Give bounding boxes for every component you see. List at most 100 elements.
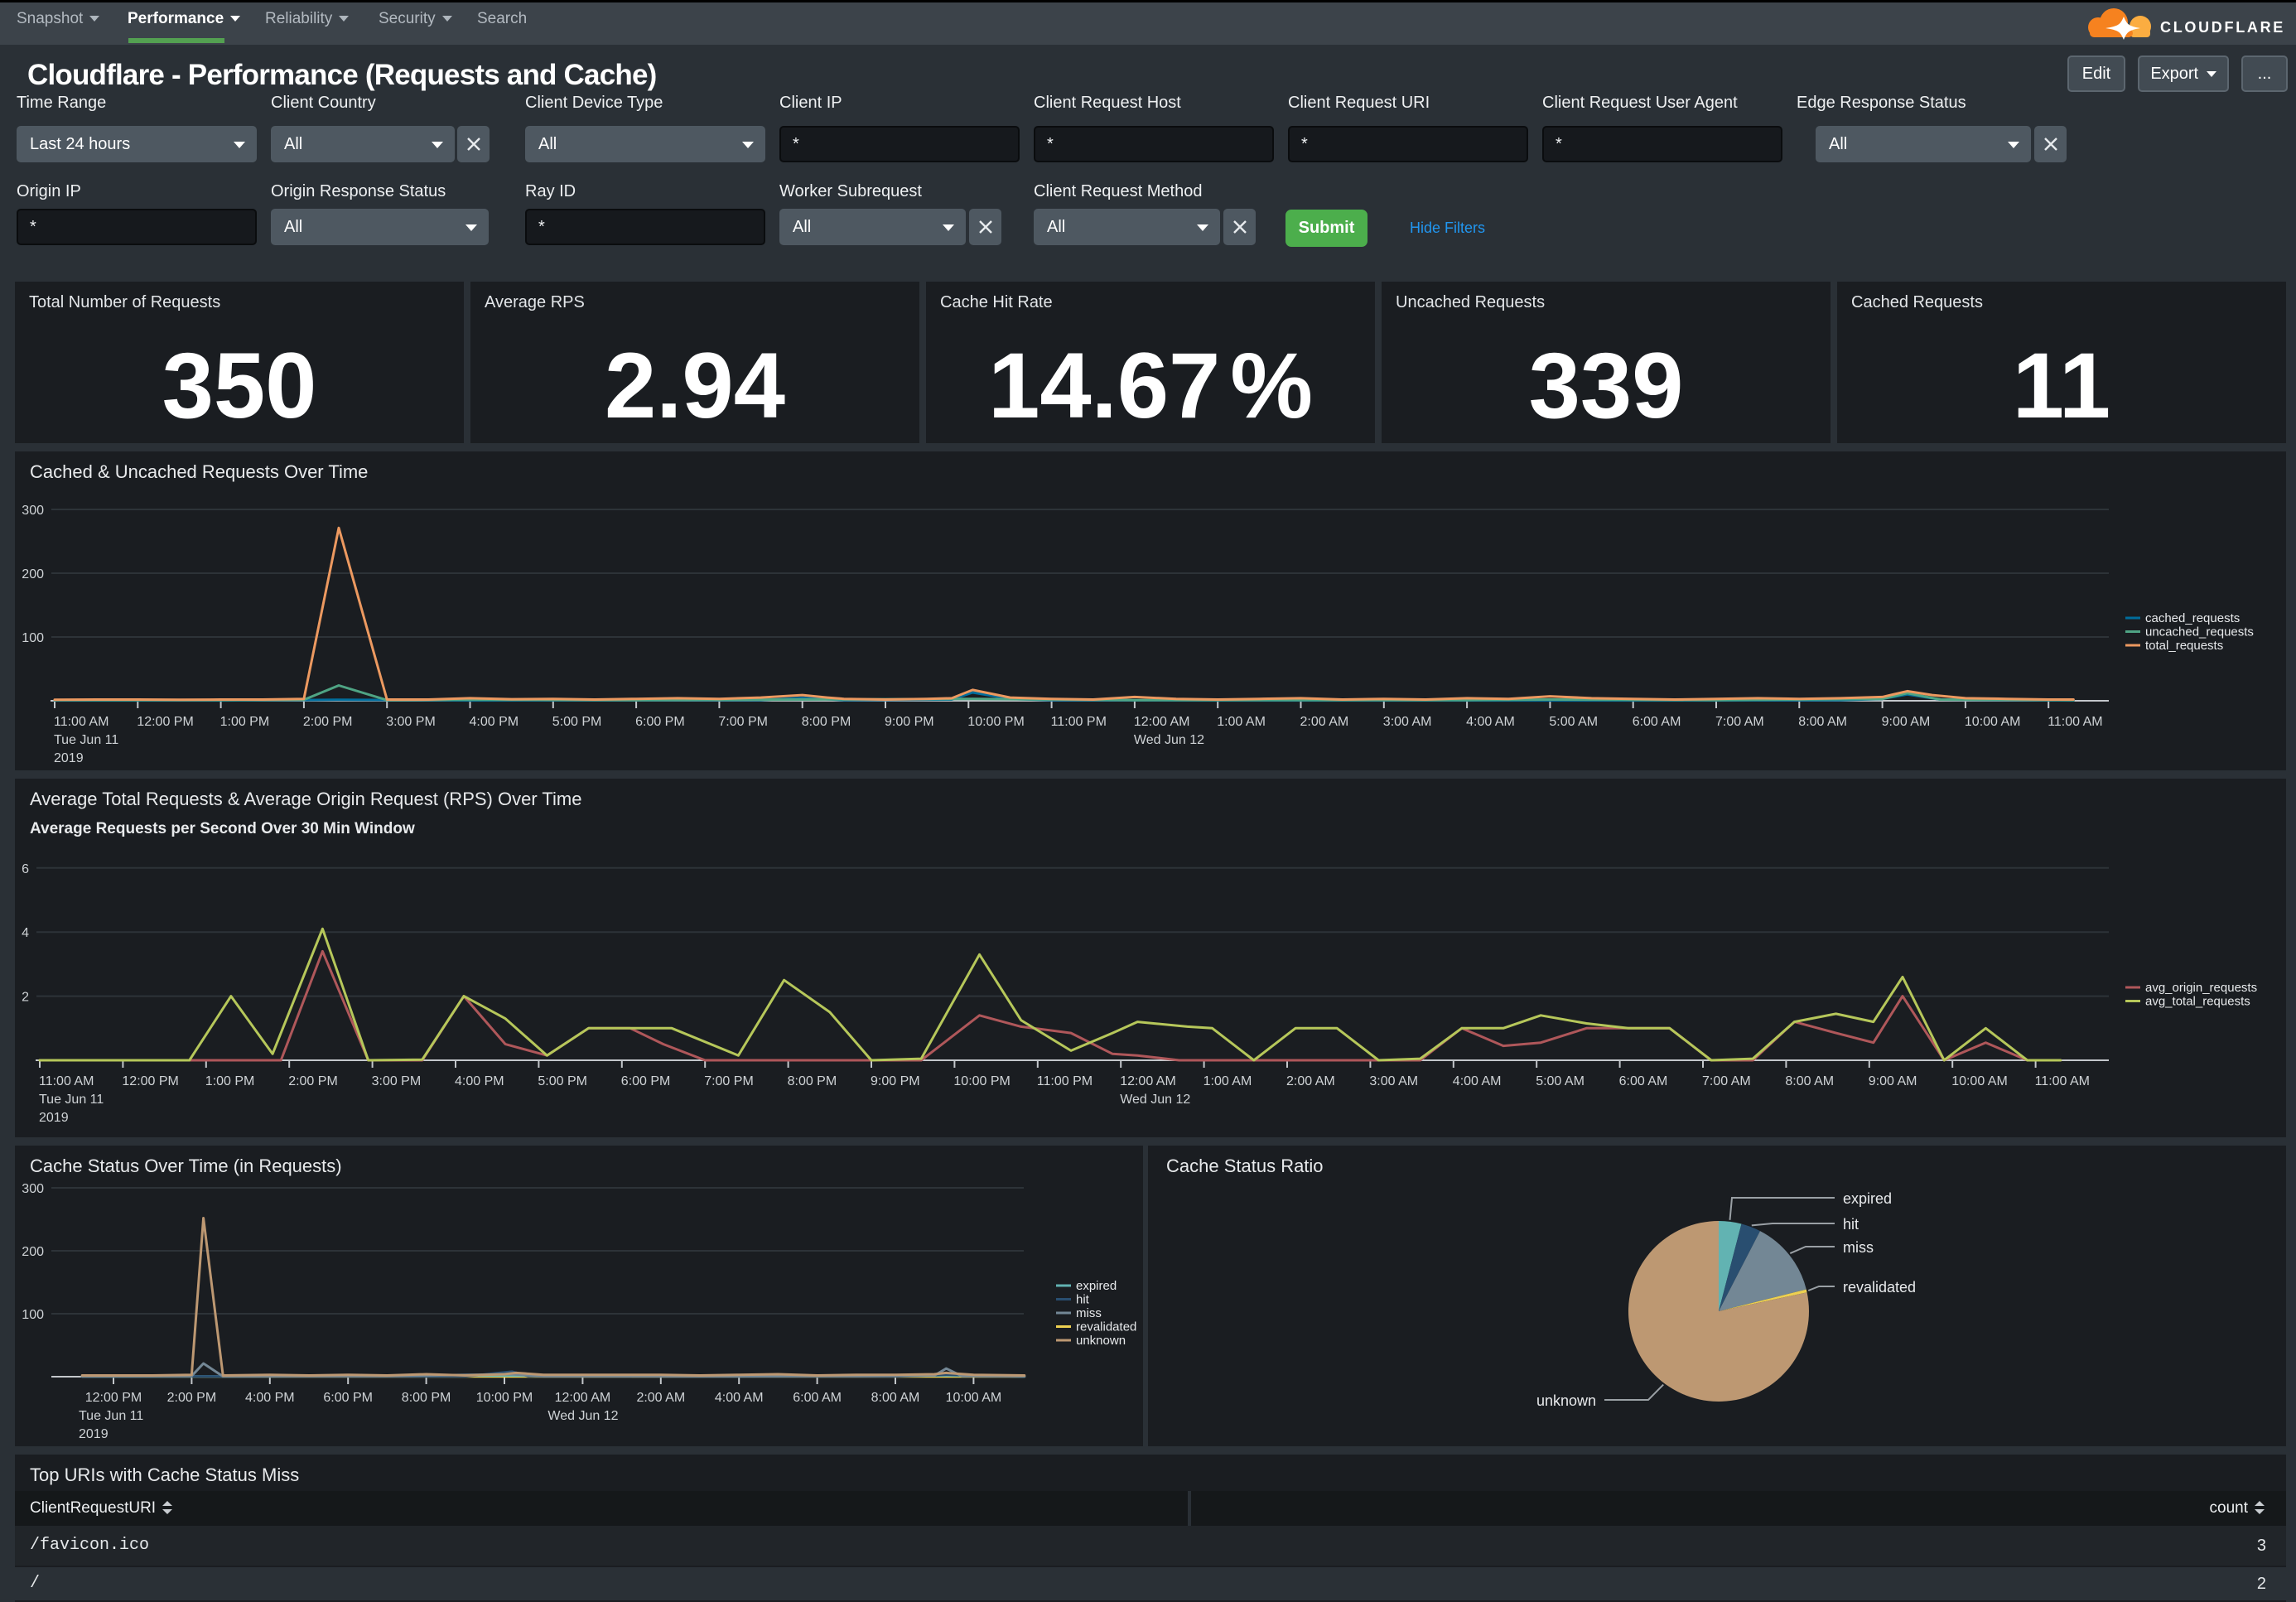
svg-text:12:00 PM: 12:00 PM: [137, 715, 193, 729]
svg-text:Cache Status Ratio: Cache Status Ratio: [1166, 1156, 1324, 1176]
svg-text:6: 6: [22, 862, 29, 876]
svg-text:10:00 PM: 10:00 PM: [953, 1074, 1010, 1088]
svg-text:4:00 PM: 4:00 PM: [245, 1391, 295, 1405]
svg-text:cached_requests: cached_requests: [2145, 611, 2240, 625]
svg-text:4:00 AM: 4:00 AM: [715, 1391, 764, 1405]
svg-text:5:00 PM: 5:00 PM: [538, 1074, 587, 1088]
svg-text:unknown: unknown: [1076, 1334, 1126, 1348]
svg-text:2:00 AM: 2:00 AM: [1286, 1074, 1335, 1088]
svg-text:12:00 AM: 12:00 AM: [555, 1391, 611, 1405]
svg-text:1:00 PM: 1:00 PM: [205, 1074, 255, 1088]
svg-text:11:00 PM: 11:00 PM: [1051, 715, 1107, 729]
svg-text:2:00 PM: 2:00 PM: [167, 1391, 217, 1405]
svg-text:2:00 PM: 2:00 PM: [303, 715, 353, 729]
svg-text:2019: 2019: [79, 1427, 109, 1441]
svg-text:Cache Status Over Time (in Req: Cache Status Over Time (in Requests): [30, 1156, 342, 1176]
svg-text:Tue Jun 11: Tue Jun 11: [39, 1093, 104, 1107]
svg-text:3:00 PM: 3:00 PM: [386, 715, 436, 729]
svg-text:unknown: unknown: [1536, 1392, 1596, 1409]
svg-text:2019: 2019: [54, 751, 84, 765]
svg-text:5:00 AM: 5:00 AM: [1549, 715, 1598, 729]
svg-text:miss: miss: [1843, 1239, 1874, 1256]
svg-text:4: 4: [22, 926, 29, 940]
svg-text:CLOUDFLARE: CLOUDFLARE: [2160, 19, 2285, 36]
svg-text:avg_origin_requests: avg_origin_requests: [2145, 981, 2257, 995]
svg-text:11:00 AM: 11:00 AM: [2048, 715, 2102, 729]
svg-text:expired: expired: [1843, 1190, 1892, 1207]
svg-text:8:00 AM: 8:00 AM: [1785, 1074, 1834, 1088]
svg-text:5:00 AM: 5:00 AM: [1536, 1074, 1585, 1088]
svg-text:200: 200: [22, 1245, 44, 1259]
svg-text:4:00 PM: 4:00 PM: [470, 715, 519, 729]
svg-text:7:00 AM: 7:00 AM: [1702, 1074, 1751, 1088]
svg-text:10:00 AM: 10:00 AM: [1951, 1074, 2008, 1088]
svg-text:7:00 PM: 7:00 PM: [718, 715, 768, 729]
svg-text:1:00 AM: 1:00 AM: [1217, 715, 1266, 729]
svg-text:12:00 AM: 12:00 AM: [1134, 715, 1190, 729]
svg-text:uncached_requests: uncached_requests: [2145, 625, 2254, 639]
svg-text:8:00 AM: 8:00 AM: [1798, 715, 1847, 729]
svg-text:12:00 AM: 12:00 AM: [1120, 1074, 1176, 1088]
svg-text:9:00 PM: 9:00 PM: [885, 715, 934, 729]
svg-text:Tue Jun 11: Tue Jun 11: [79, 1409, 143, 1423]
svg-text:hit: hit: [1076, 1293, 1090, 1307]
svg-text:11:00 AM: 11:00 AM: [2035, 1074, 2090, 1088]
svg-text:8:00 PM: 8:00 PM: [402, 1391, 451, 1405]
svg-text:11:00 AM: 11:00 AM: [54, 715, 109, 729]
svg-text:9:00 PM: 9:00 PM: [871, 1074, 920, 1088]
svg-text:6:00 AM: 6:00 AM: [793, 1391, 842, 1405]
svg-text:100: 100: [22, 1308, 44, 1322]
svg-text:4:00 AM: 4:00 AM: [1466, 715, 1515, 729]
svg-text:expired: expired: [1076, 1279, 1117, 1293]
svg-text:12:00 PM: 12:00 PM: [85, 1391, 142, 1405]
svg-text:1:00 AM: 1:00 AM: [1203, 1074, 1252, 1088]
svg-text:Tue Jun 11: Tue Jun 11: [54, 733, 118, 747]
svg-text:Average Requests per Second Ov: Average Requests per Second Over 30 Min …: [30, 820, 415, 837]
svg-text:300: 300: [22, 1182, 44, 1196]
svg-text:3:00 AM: 3:00 AM: [1369, 1074, 1418, 1088]
svg-text:hit: hit: [1843, 1216, 1859, 1233]
svg-text:2:00 PM: 2:00 PM: [288, 1074, 338, 1088]
svg-text:12:00 PM: 12:00 PM: [122, 1074, 178, 1088]
svg-text:revalidated: revalidated: [1843, 1279, 1916, 1296]
svg-text:6:00 AM: 6:00 AM: [1619, 1074, 1668, 1088]
svg-text:100: 100: [22, 631, 44, 645]
svg-text:2:00 AM: 2:00 AM: [636, 1391, 685, 1405]
svg-text:revalidated: revalidated: [1076, 1320, 1136, 1334]
svg-text:Wed Jun 12: Wed Jun 12: [547, 1409, 618, 1423]
svg-text:8:00 PM: 8:00 PM: [788, 1074, 837, 1088]
svg-text:5:00 PM: 5:00 PM: [552, 715, 602, 729]
svg-text:6:00 PM: 6:00 PM: [323, 1391, 373, 1405]
svg-text:10:00 AM: 10:00 AM: [1965, 715, 2021, 729]
svg-text:4:00 PM: 4:00 PM: [455, 1074, 504, 1088]
svg-text:300: 300: [22, 504, 44, 518]
svg-text:7:00 PM: 7:00 PM: [704, 1074, 754, 1088]
svg-text:7:00 AM: 7:00 AM: [1715, 715, 1764, 729]
svg-text:2019: 2019: [39, 1111, 69, 1125]
svg-text:total_requests: total_requests: [2145, 639, 2223, 653]
svg-text:6:00 PM: 6:00 PM: [635, 715, 685, 729]
svg-text:Wed Jun 12: Wed Jun 12: [1120, 1093, 1190, 1107]
svg-text:Cached & Uncached Requests Ove: Cached & Uncached Requests Over Time: [30, 461, 368, 482]
svg-text:3:00 AM: 3:00 AM: [1383, 715, 1432, 729]
svg-text:6:00 PM: 6:00 PM: [621, 1074, 671, 1088]
svg-text:11:00 PM: 11:00 PM: [1037, 1074, 1093, 1088]
svg-text:10:00 PM: 10:00 PM: [476, 1391, 533, 1405]
svg-text:200: 200: [22, 567, 44, 581]
svg-text:9:00 AM: 9:00 AM: [1882, 715, 1931, 729]
svg-text:11:00 AM: 11:00 AM: [39, 1074, 94, 1088]
svg-text:4:00 AM: 4:00 AM: [1453, 1074, 1502, 1088]
svg-text:avg_total_requests: avg_total_requests: [2145, 995, 2250, 1009]
svg-text:1:00 PM: 1:00 PM: [220, 715, 270, 729]
svg-text:2:00 AM: 2:00 AM: [1300, 715, 1349, 729]
svg-text:Average Total Requests & Avera: Average Total Requests & Average Origin …: [30, 789, 581, 809]
svg-text:Wed Jun 12: Wed Jun 12: [1134, 733, 1204, 747]
svg-text:6:00 AM: 6:00 AM: [1633, 715, 1681, 729]
svg-text:8:00 AM: 8:00 AM: [871, 1391, 920, 1405]
svg-text:2: 2: [22, 991, 29, 1005]
svg-text:9:00 AM: 9:00 AM: [1869, 1074, 1917, 1088]
svg-text:3:00 PM: 3:00 PM: [372, 1074, 422, 1088]
svg-text:10:00 AM: 10:00 AM: [946, 1391, 1002, 1405]
svg-text:10:00 PM: 10:00 PM: [967, 715, 1024, 729]
svg-text:8:00 PM: 8:00 PM: [802, 715, 851, 729]
